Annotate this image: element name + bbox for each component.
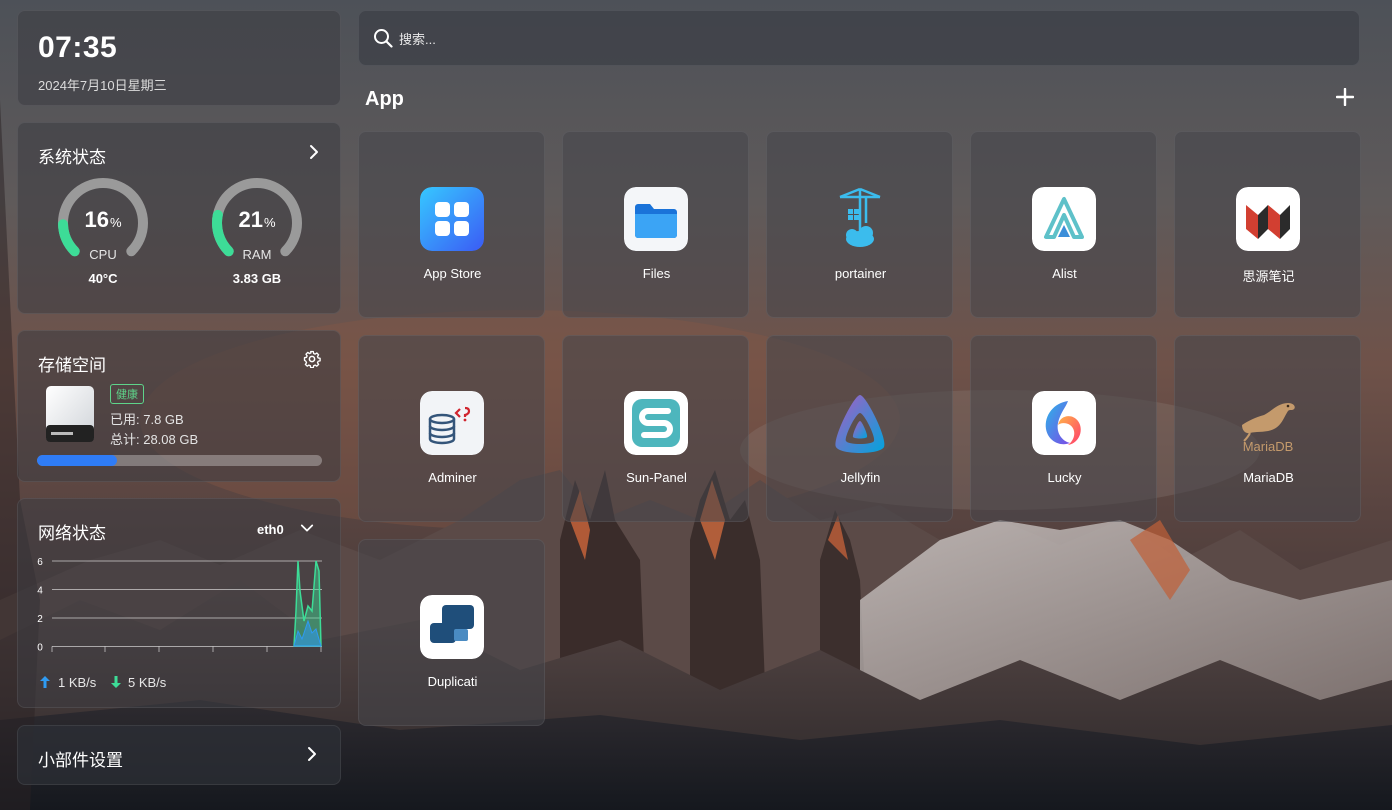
cpu-gauge: 16% CPU 40°C bbox=[55, 175, 151, 286]
app-tile-duplicati[interactable]: Duplicati bbox=[358, 539, 545, 726]
app-name: Files bbox=[642, 266, 671, 281]
app-name: portainer bbox=[834, 266, 887, 281]
widget-settings-label: 小部件设置 bbox=[38, 751, 123, 770]
app-name: Sun-Panel bbox=[626, 470, 687, 485]
app-tile-lucky[interactable]: Lucky bbox=[970, 335, 1157, 522]
storage-widget: 存储空间 健康 已用: 7.8 GB 总计: 28.08 GB bbox=[17, 330, 341, 482]
storage-used: 已用: 7.8 GB bbox=[110, 412, 184, 427]
svg-text:MariaDB: MariaDB bbox=[1243, 439, 1294, 454]
clock-date: 2024年7月10日星期三 bbox=[38, 78, 167, 93]
arrow-down-icon bbox=[111, 676, 121, 688]
adminer-icon bbox=[420, 391, 484, 455]
ram-value: 21 bbox=[238, 207, 263, 232]
y-tick-label: 2 bbox=[37, 614, 43, 625]
app-name: Duplicati bbox=[427, 674, 478, 689]
plus-icon[interactable] bbox=[1336, 88, 1354, 106]
chevron-down-icon[interactable] bbox=[300, 521, 314, 535]
lucky-icon bbox=[1032, 391, 1096, 455]
system-status-widget: 系统状态 16% CPU 40°C 21% RAM 3.83 GB bbox=[17, 122, 341, 314]
ram-gauge: 21% RAM 3.83 GB bbox=[209, 175, 305, 286]
storage-usage-fill bbox=[37, 455, 117, 466]
y-tick-label: 4 bbox=[37, 586, 43, 597]
chevron-right-icon[interactable] bbox=[306, 144, 322, 160]
folder-icon bbox=[624, 187, 688, 251]
app-name: Jellyfin bbox=[840, 470, 881, 485]
ram-used: 3.83 GB bbox=[232, 271, 282, 286]
chevron-right-icon bbox=[308, 747, 316, 761]
search-icon bbox=[374, 29, 393, 48]
mariadb-icon: MariaDB bbox=[1236, 391, 1300, 455]
app-tile-portainer[interactable]: portainer bbox=[766, 131, 953, 318]
app-store-icon bbox=[420, 187, 484, 251]
app-name: Adminer bbox=[428, 470, 477, 485]
ram-unit: % bbox=[263, 215, 276, 230]
app-name: Lucky bbox=[1047, 470, 1082, 485]
clock-time: 07:35 bbox=[38, 31, 118, 64]
y-tick-label: 6 bbox=[37, 557, 43, 568]
y-tick-label: 0 bbox=[37, 643, 43, 654]
cpu-unit: % bbox=[109, 215, 122, 230]
sun-panel-icon bbox=[624, 391, 688, 455]
app-tile-adminer[interactable]: Adminer bbox=[358, 335, 545, 522]
network-chart: 6 4 2 0 bbox=[37, 557, 322, 654]
app-name: Alist bbox=[1052, 266, 1077, 281]
alist-icon bbox=[1032, 187, 1096, 251]
siyuan-icon bbox=[1236, 187, 1300, 251]
search-input[interactable] bbox=[399, 25, 1299, 53]
storage-usage-bar bbox=[37, 455, 322, 466]
app-name: 思源笔记 bbox=[1242, 269, 1295, 284]
health-badge: 健康 bbox=[110, 384, 144, 404]
app-section-title: App bbox=[365, 88, 404, 110]
storage-total: 总计: 28.08 GB bbox=[110, 432, 199, 447]
system-status-title: 系统状态 bbox=[38, 148, 106, 167]
duplicati-icon bbox=[420, 595, 484, 659]
app-tile-sun-panel[interactable]: Sun-Panel bbox=[562, 335, 749, 522]
upload-speed: 1 KB/s bbox=[58, 675, 97, 690]
app-tile-alist[interactable]: Alist bbox=[970, 131, 1157, 318]
cpu-label: CPU bbox=[89, 247, 117, 262]
portainer-icon bbox=[828, 187, 892, 251]
app-tile-app-store[interactable]: App Store bbox=[358, 131, 545, 318]
app-name: App Store bbox=[423, 266, 482, 281]
jellyfin-icon bbox=[828, 391, 892, 455]
app-tile-jellyfin[interactable]: Jellyfin bbox=[766, 335, 953, 522]
gear-icon[interactable] bbox=[303, 350, 321, 368]
app-name: MariaDB bbox=[1243, 470, 1294, 485]
app-tile-mariadb[interactable]: MariaDB MariaDB bbox=[1174, 335, 1361, 522]
app-tile-files[interactable]: Files bbox=[562, 131, 749, 318]
widget-settings-button[interactable]: 小部件设置 bbox=[17, 725, 341, 785]
network-title: 网络状态 bbox=[38, 524, 106, 543]
hard-drive-icon bbox=[46, 386, 94, 442]
arrow-up-icon bbox=[40, 676, 50, 688]
ram-label: RAM bbox=[242, 247, 272, 262]
cpu-temperature: 40°C bbox=[88, 271, 118, 286]
app-tile-siyuan[interactable]: 思源笔记 bbox=[1174, 131, 1361, 318]
network-widget: 网络状态 eth0 6 4 2 0 1 KB/s 5 KB/s bbox=[17, 498, 341, 708]
download-speed: 5 KB/s bbox=[128, 675, 167, 690]
search-bar[interactable] bbox=[358, 10, 1360, 66]
cpu-value: 16 bbox=[84, 207, 109, 232]
clock-widget: 07:35 2024年7月10日星期三 bbox=[17, 10, 341, 106]
storage-title: 存储空间 bbox=[38, 356, 106, 375]
interface-select[interactable]: eth0 bbox=[257, 522, 284, 537]
